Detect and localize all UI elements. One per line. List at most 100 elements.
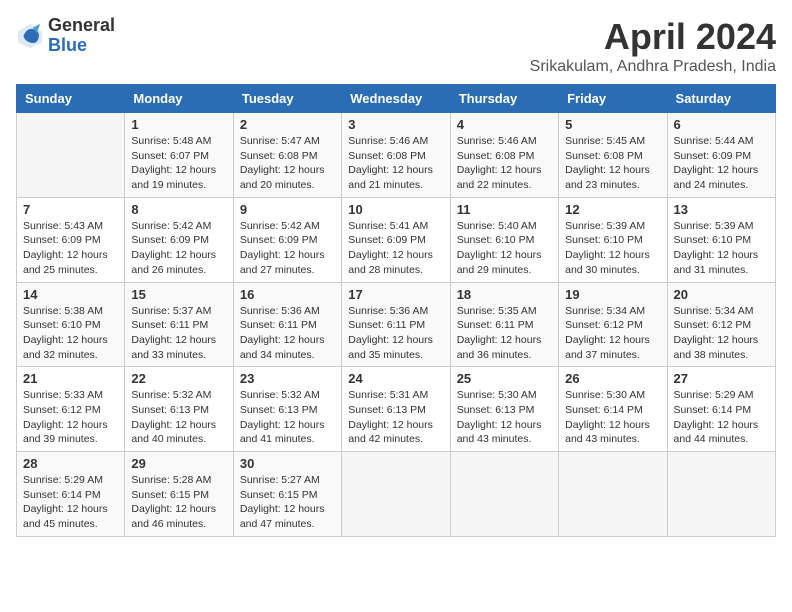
day-cell: 30 Sunrise: 5:27 AMSunset: 6:15 PMDayligh…: [233, 452, 341, 537]
day-number: 11: [457, 202, 552, 217]
calendar-body: 1Sunrise: 5:48 AMSunset: 6:07 PMDaylight…: [17, 113, 776, 537]
day-info: Sunrise: 5:31 AMSunset: 6:13 PMDaylight:…: [348, 388, 443, 447]
day-number: 8: [131, 202, 226, 217]
day-cell: 1Sunrise: 5:48 AMSunset: 6:07 PMDaylight…: [125, 113, 233, 198]
day-cell: 28Sunrise: 5:29 AMSunset: 6:14 PMDayligh…: [17, 452, 125, 537]
day-number: 27: [674, 371, 769, 386]
day-number: 15: [131, 287, 226, 302]
day-info: Sunrise: 5:41 AMSunset: 6:09 PMDaylight:…: [348, 219, 443, 278]
day-info: Sunrise: 5:43 AMSunset: 6:09 PMDaylight:…: [23, 219, 118, 278]
header-day-wednesday: Wednesday: [342, 85, 450, 113]
day-cell: 3Sunrise: 5:46 AMSunset: 6:08 PMDaylight…: [342, 113, 450, 198]
day-cell: 10 Sunrise: 5:41 AMSunset: 6:09 PMDayligh…: [342, 197, 450, 282]
day-cell: [342, 452, 450, 537]
day-cell: 5Sunrise: 5:45 AMSunset: 6:08 PMDaylight…: [559, 113, 667, 198]
day-info: Sunrise: 5:34 AMSunset: 6:12 PMDaylight:…: [565, 304, 660, 363]
day-cell: 14 Sunrise: 5:38 AMSunset: 6:10 PMDayligh…: [17, 282, 125, 367]
day-number: 7: [23, 202, 118, 217]
day-info: Sunrise: 5:29 AMSunset: 6:14 PMDaylight:…: [674, 388, 769, 447]
day-cell: 9Sunrise: 5:42 AMSunset: 6:09 PMDaylight…: [233, 197, 341, 282]
header-row: SundayMondayTuesdayWednesdayThursdayFrid…: [17, 85, 776, 113]
day-info: Sunrise: 5:37 AMSunset: 6:11 PMDaylight:…: [131, 304, 226, 363]
day-number: 20: [674, 287, 769, 302]
day-cell: 12 Sunrise: 5:39 AMSunset: 6:10 PMDayligh…: [559, 197, 667, 282]
day-cell: 13Sunrise: 5:39 AMSunset: 6:10 PMDayligh…: [667, 197, 775, 282]
day-number: 19: [565, 287, 660, 302]
day-cell: 2 Sunrise: 5:47 AMSunset: 6:08 PMDaylight…: [233, 113, 341, 198]
day-cell: 16Sunrise: 5:36 AMSunset: 6:11 PMDayligh…: [233, 282, 341, 367]
logo: General Blue: [16, 16, 115, 56]
day-info: Sunrise: 5:39 AMSunset: 6:10 PMDaylight:…: [565, 219, 660, 278]
header-day-saturday: Saturday: [667, 85, 775, 113]
day-number: 9: [240, 202, 335, 217]
day-number: 13: [674, 202, 769, 217]
day-number: 1: [131, 117, 226, 132]
logo-blue: Blue: [48, 36, 115, 56]
day-cell: 29Sunrise: 5:28 AMSunset: 6:15 PMDayligh…: [125, 452, 233, 537]
day-number: 14: [23, 287, 118, 302]
day-info: Sunrise: 5:34 AMSunset: 6:12 PMDaylight:…: [674, 304, 769, 363]
day-number: 29: [131, 456, 226, 471]
day-info: Sunrise: 5:36 AMSunset: 6:11 PMDaylight:…: [348, 304, 443, 363]
day-number: 12: [565, 202, 660, 217]
day-info: Sunrise: 5:46 AMSunset: 6:08 PMDaylight:…: [348, 134, 443, 193]
day-info: Sunrise: 5:42 AMSunset: 6:09 PMDaylight:…: [131, 219, 226, 278]
day-number: 17: [348, 287, 443, 302]
day-info: Sunrise: 5:45 AMSunset: 6:08 PMDaylight:…: [565, 134, 660, 193]
calendar-table: SundayMondayTuesdayWednesdayThursdayFrid…: [16, 84, 776, 537]
week-row-4: 21Sunrise: 5:33 AMSunset: 6:12 PMDayligh…: [17, 367, 776, 452]
day-number: 21: [23, 371, 118, 386]
day-info: Sunrise: 5:30 AMSunset: 6:13 PMDaylight:…: [457, 388, 552, 447]
day-number: 6: [674, 117, 769, 132]
week-row-3: 14 Sunrise: 5:38 AMSunset: 6:10 PMDayligh…: [17, 282, 776, 367]
calendar-subtitle: Srikakulam, Andhra Pradesh, India: [530, 58, 776, 76]
day-cell: 6 Sunrise: 5:44 AMSunset: 6:09 PMDaylight…: [667, 113, 775, 198]
day-cell: [17, 113, 125, 198]
day-cell: [559, 452, 667, 537]
day-cell: [667, 452, 775, 537]
day-number: 2: [240, 117, 335, 132]
logo-general: General: [48, 16, 115, 36]
day-cell: 22Sunrise: 5:32 AMSunset: 6:13 PMDayligh…: [125, 367, 233, 452]
day-cell: 8 Sunrise: 5:42 AMSunset: 6:09 PMDaylight…: [125, 197, 233, 282]
day-info: Sunrise: 5:38 AMSunset: 6:10 PMDaylight:…: [23, 304, 118, 363]
day-info: Sunrise: 5:27 AMSunset: 6:15 PMDaylight:…: [240, 473, 335, 532]
day-cell: 24 Sunrise: 5:31 AMSunset: 6:13 PMDayligh…: [342, 367, 450, 452]
header-day-thursday: Thursday: [450, 85, 558, 113]
day-cell: 19 Sunrise: 5:34 AMSunset: 6:12 PMDayligh…: [559, 282, 667, 367]
title-section: April 2024 Srikakulam, Andhra Pradesh, I…: [530, 16, 776, 76]
day-info: Sunrise: 5:35 AMSunset: 6:11 PMDaylight:…: [457, 304, 552, 363]
day-info: Sunrise: 5:46 AMSunset: 6:08 PMDaylight:…: [457, 134, 552, 193]
day-number: 10: [348, 202, 443, 217]
day-cell: 20 Sunrise: 5:34 AMSunset: 6:12 PMDayligh…: [667, 282, 775, 367]
day-number: 24: [348, 371, 443, 386]
day-cell: 27 Sunrise: 5:29 AMSunset: 6:14 PMDayligh…: [667, 367, 775, 452]
day-cell: 25 Sunrise: 5:30 AMSunset: 6:13 PMDayligh…: [450, 367, 558, 452]
day-number: 22: [131, 371, 226, 386]
header-day-monday: Monday: [125, 85, 233, 113]
header: General Blue April 2024 Srikakulam, Andh…: [16, 16, 776, 76]
week-row-5: 28Sunrise: 5:29 AMSunset: 6:14 PMDayligh…: [17, 452, 776, 537]
day-number: 16: [240, 287, 335, 302]
day-cell: 21Sunrise: 5:33 AMSunset: 6:12 PMDayligh…: [17, 367, 125, 452]
day-number: 23: [240, 371, 335, 386]
day-number: 26: [565, 371, 660, 386]
header-day-sunday: Sunday: [17, 85, 125, 113]
day-cell: 7 Sunrise: 5:43 AMSunset: 6:09 PMDaylight…: [17, 197, 125, 282]
calendar-header: SundayMondayTuesdayWednesdayThursdayFrid…: [17, 85, 776, 113]
day-info: Sunrise: 5:44 AMSunset: 6:09 PMDaylight:…: [674, 134, 769, 193]
day-info: Sunrise: 5:29 AMSunset: 6:14 PMDaylight:…: [23, 473, 118, 532]
day-info: Sunrise: 5:47 AMSunset: 6:08 PMDaylight:…: [240, 134, 335, 193]
day-cell: 15 Sunrise: 5:37 AMSunset: 6:11 PMDayligh…: [125, 282, 233, 367]
day-number: 30: [240, 456, 335, 471]
day-number: 25: [457, 371, 552, 386]
day-info: Sunrise: 5:40 AMSunset: 6:10 PMDaylight:…: [457, 219, 552, 278]
week-row-2: 7 Sunrise: 5:43 AMSunset: 6:09 PMDaylight…: [17, 197, 776, 282]
day-cell: 18Sunrise: 5:35 AMSunset: 6:11 PMDayligh…: [450, 282, 558, 367]
day-cell: [450, 452, 558, 537]
header-day-tuesday: Tuesday: [233, 85, 341, 113]
day-cell: 11 Sunrise: 5:40 AMSunset: 6:10 PMDayligh…: [450, 197, 558, 282]
day-info: Sunrise: 5:30 AMSunset: 6:14 PMDaylight:…: [565, 388, 660, 447]
day-cell: 17 Sunrise: 5:36 AMSunset: 6:11 PMDayligh…: [342, 282, 450, 367]
day-number: 4: [457, 117, 552, 132]
